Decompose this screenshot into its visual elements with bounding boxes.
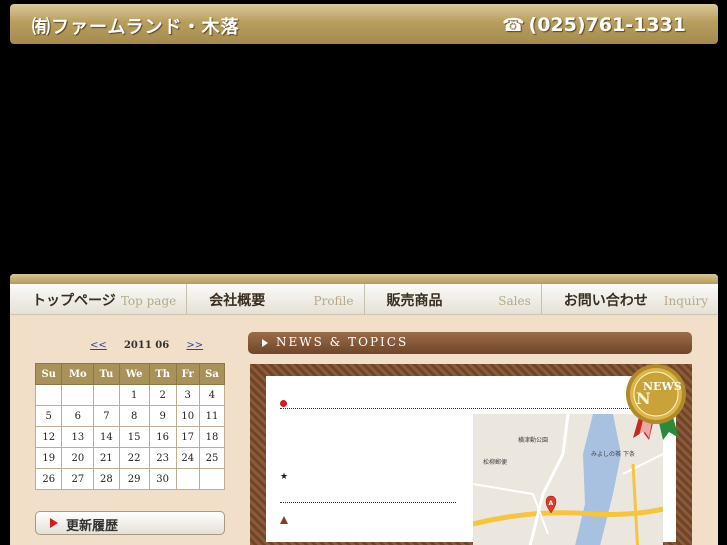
map-label: みよしの茶 bbox=[591, 450, 621, 458]
calendar-day: 26 bbox=[34, 468, 63, 490]
nav-label-en: Profile bbox=[313, 294, 354, 308]
news-badge-icon: NEWS N bbox=[626, 364, 686, 440]
calendar-day: 5 bbox=[34, 405, 63, 427]
calendar-weekday-row: Su Mo Tu We Th Fr Sa bbox=[34, 363, 226, 385]
weekday-header: Tu bbox=[93, 363, 120, 385]
calendar-week-row: 26 27 28 29 30 bbox=[34, 468, 226, 490]
calendar-day: 9 bbox=[148, 405, 177, 427]
calendar-day bbox=[61, 384, 95, 406]
nav-label-en: Top page bbox=[120, 294, 177, 308]
calendar-day: 6 bbox=[61, 405, 95, 427]
calendar-day: 4 bbox=[198, 384, 226, 406]
global-nav: トップページ Top page 会社概要 Profile 販売商品 Sales … bbox=[10, 284, 718, 315]
nav-label-ja: 販売商品 bbox=[386, 293, 443, 309]
nav-item-top[interactable]: トップページ Top page bbox=[10, 284, 188, 314]
calendar-day: 16 bbox=[148, 426, 177, 448]
phone-number: ☎ (025)761-1331 bbox=[502, 14, 686, 36]
calendar-day: 15 bbox=[118, 426, 150, 448]
calendar-week-row: 19 20 21 22 23 24 25 bbox=[34, 447, 226, 469]
calendar-day: 10 bbox=[175, 405, 200, 427]
calendar-day: 19 bbox=[34, 447, 63, 469]
nav-item-inquiry[interactable]: お問い合わせ Inquiry bbox=[542, 284, 718, 314]
nav-label-en: Sales bbox=[498, 294, 531, 308]
calendar-day bbox=[198, 468, 226, 490]
play-arrow-icon bbox=[50, 518, 58, 528]
calendar-day: 22 bbox=[118, 447, 150, 469]
calendar-day: 7 bbox=[93, 405, 120, 427]
update-history-label: 更新履歴 bbox=[66, 519, 119, 534]
nav-label-en: Inquiry bbox=[663, 294, 708, 308]
map-label: 松柳郵便 bbox=[483, 458, 507, 466]
svg-text:N: N bbox=[636, 389, 651, 408]
calendar-day: 13 bbox=[61, 426, 95, 448]
news-panel: ★ 横津動公園 松柳郵便 下条 みよしの茶 A bbox=[266, 376, 676, 545]
map-label: 下条 bbox=[623, 450, 635, 458]
calendar-day: 8 bbox=[118, 405, 150, 427]
news-topics-bar: NEWS & TOPICS bbox=[248, 332, 692, 354]
calendar-day: 20 bbox=[61, 447, 95, 469]
calendar-week-row: 1234 bbox=[34, 384, 226, 406]
weekday-header: Fr bbox=[175, 363, 200, 385]
calendar-day: 30 bbox=[148, 468, 177, 490]
calendar-day: 14 bbox=[93, 426, 120, 448]
nav-label-ja: 会社概要 bbox=[209, 293, 266, 309]
calendar-day: 17 bbox=[175, 426, 200, 448]
calendar-day bbox=[175, 468, 200, 490]
calendar-day bbox=[93, 384, 120, 406]
calendar-prev-link[interactable]: << bbox=[90, 340, 107, 351]
red-dot-bullet-icon bbox=[280, 400, 287, 407]
calendar-day: 23 bbox=[148, 447, 177, 469]
calendar-day bbox=[34, 384, 63, 406]
calendar-week-row: 5 6 7 8 9 10 11 bbox=[34, 405, 226, 427]
calendar-day: 21 bbox=[93, 447, 120, 469]
nav-label-ja: トップページ bbox=[32, 293, 116, 309]
main-content: トップページ Top page 会社概要 Profile 販売商品 Sales … bbox=[10, 274, 718, 545]
news-divider bbox=[280, 408, 640, 409]
calendar-day: 3 bbox=[175, 384, 200, 406]
calendar-day: 27 bbox=[61, 468, 95, 490]
triangle-bullet-icon bbox=[280, 516, 288, 524]
play-arrow-icon bbox=[262, 339, 268, 347]
star-bullet-icon: ★ bbox=[280, 472, 289, 482]
calendar-next-link[interactable]: >> bbox=[186, 340, 203, 351]
calendar-month: 2011 06 bbox=[123, 340, 170, 351]
calendar-day: 11 bbox=[198, 405, 226, 427]
calendar-day: 25 bbox=[198, 447, 226, 469]
map-label: 横津動公園 bbox=[518, 436, 548, 444]
telephone-icon: ☎ bbox=[502, 15, 525, 36]
calendar-day: 24 bbox=[175, 447, 200, 469]
svg-text:A: A bbox=[549, 500, 554, 507]
update-history-button[interactable]: 更新履歴 bbox=[35, 511, 225, 535]
nav-item-profile[interactable]: 会社概要 Profile bbox=[187, 284, 365, 314]
news-divider bbox=[280, 502, 456, 503]
calendar-body: 1 2 3 4 5 6 7 8 9 10 11 12 13 14 15 16 17 18 19 20 21 22 23 24 2… bbox=[34, 384, 226, 490]
weekday-header: Sa bbox=[198, 363, 226, 385]
calendar-day: 28 bbox=[93, 468, 120, 490]
weekday-header: We bbox=[118, 363, 150, 385]
header-bar: ㈲ファームランド・木落 ☎ (025)761-1331 bbox=[10, 4, 718, 44]
calendar-day: 1 bbox=[118, 384, 150, 406]
calendar-day: 29 bbox=[118, 468, 150, 490]
main-top-border bbox=[10, 274, 718, 284]
weekday-header: Th bbox=[148, 363, 177, 385]
calendar-day: 18 bbox=[198, 426, 226, 448]
nav-item-sales[interactable]: 販売商品 Sales bbox=[365, 284, 542, 314]
calendar-week-row: 12 13 14 15 16 17 18 bbox=[34, 426, 226, 448]
news-topics-title: NEWS & TOPICS bbox=[276, 335, 409, 349]
weekday-header: Su bbox=[34, 363, 63, 385]
phone-text: (025)761-1331 bbox=[528, 14, 686, 36]
calendar-day: 2 bbox=[148, 384, 177, 406]
calendar-header: << 2011 06 >> bbox=[90, 340, 203, 351]
weekday-header: Mo bbox=[61, 363, 95, 385]
calendar-day: 12 bbox=[34, 426, 63, 448]
site-logo[interactable]: ㈲ファームランド・木落 bbox=[32, 13, 240, 39]
nav-label-ja: お問い合わせ bbox=[563, 293, 648, 309]
calendar-table: Su Mo Tu We Th Fr Sa 1 2 3 4 5 6 7 8 9 10 11 12 13 14… bbox=[34, 363, 226, 490]
